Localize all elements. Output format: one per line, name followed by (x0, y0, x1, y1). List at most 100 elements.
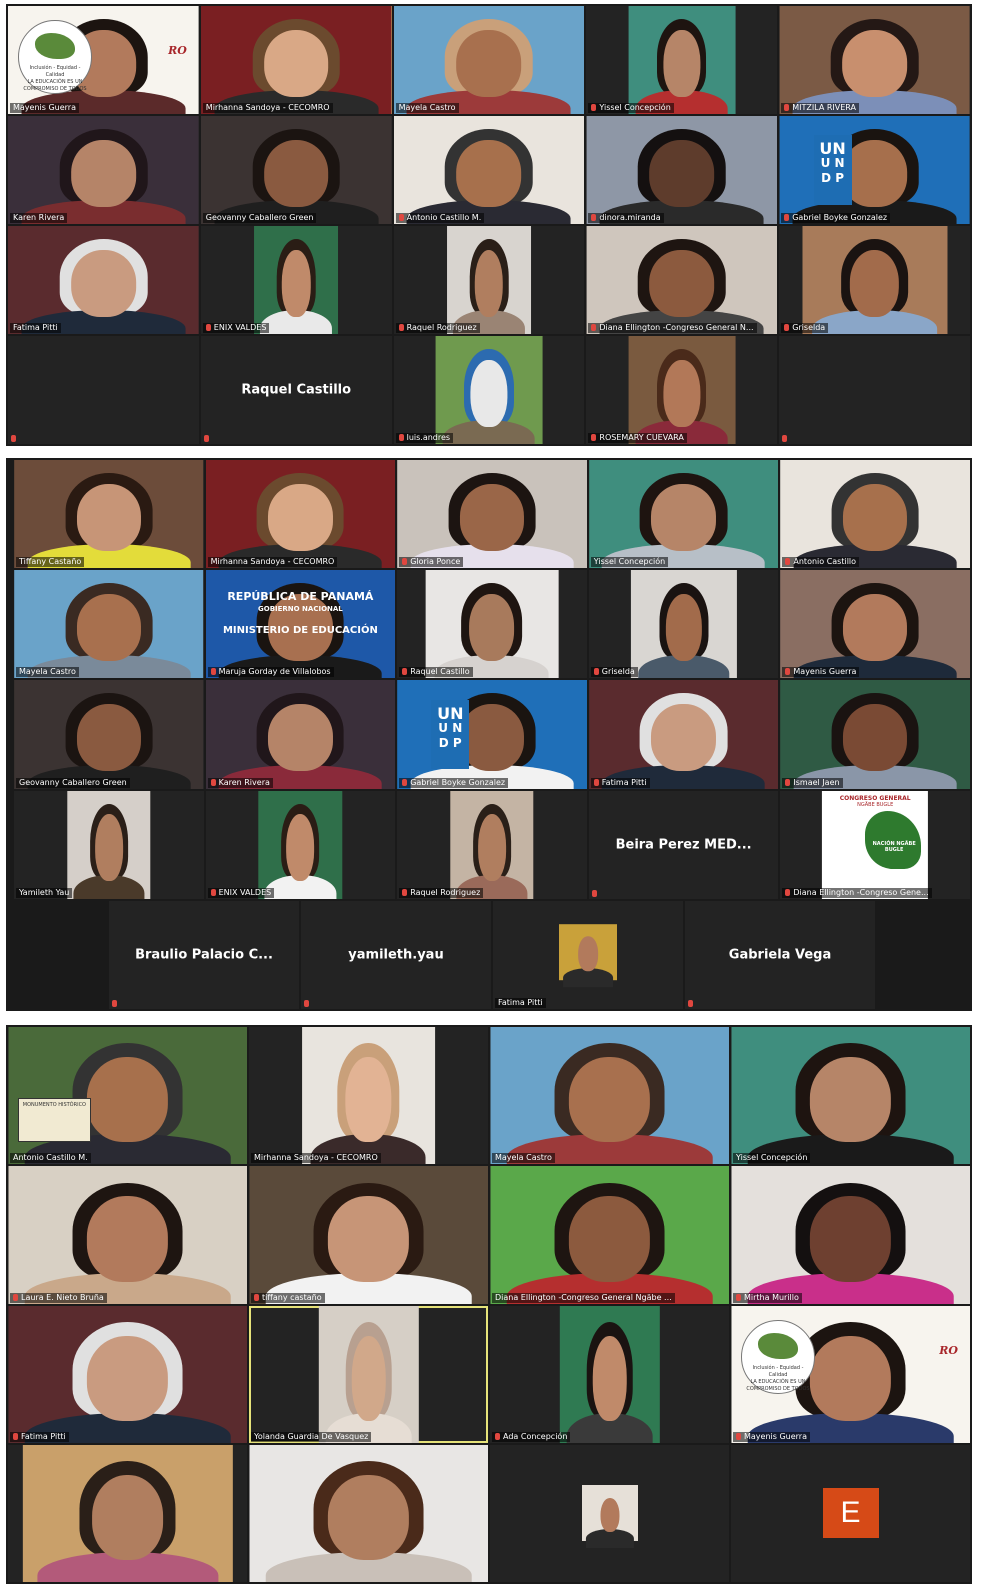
participant-tile[interactable]: Karen Rivera (205, 680, 396, 789)
participant-tile[interactable]: Mirhanna Sandoya - CECOMRO (200, 6, 392, 114)
participant-tile[interactable]: UN U ND P Gabriel Boyke Gonzalez (397, 680, 587, 789)
participant-face (263, 29, 329, 97)
participant-name-label: Raquel Rodriguez (399, 887, 484, 898)
participant-tile[interactable]: Ada Concepción (490, 1305, 729, 1443)
participant-tile[interactable]: Beira Perez MED... (588, 790, 779, 899)
participant-tile[interactable]: Tiffany Castaño (14, 460, 204, 569)
participant-tile[interactable]: Antonio Castillo (780, 460, 970, 569)
participant-tile[interactable]: ENIX VALDES (200, 226, 392, 334)
participant-tile[interactable] (8, 1444, 247, 1582)
participant-name: Yissel Concepción (599, 103, 671, 112)
participant-name-label: Fatima Pitti (495, 997, 546, 1008)
participant-tile[interactable]: REPÚBLICA DE PANAMÁ GOBIERNO NACIONAL MINI… (205, 570, 396, 679)
participant-tile[interactable]: MITZILA RIVERA (779, 6, 970, 114)
participant-name: Maruja Gorday de Villalobos (218, 667, 331, 677)
participant-video (630, 570, 737, 679)
participant-tile[interactable]: Raquel Rodriguez (397, 790, 587, 899)
participant-video (588, 680, 779, 789)
participant-tile[interactable]: Geovanny Caballero Green (14, 680, 204, 789)
participant-tile[interactable]: Inclusión - Equidad - Calidad LA EDUCACIÓ… (731, 1305, 970, 1443)
participant-name: Mayela Castro (19, 667, 76, 677)
participant-tile[interactable]: Geovanny Caballero Green (200, 116, 392, 224)
participant-tile[interactable]: Laura E. Nieto Bruña (8, 1166, 247, 1304)
participant-tile[interactable]: Ismael Jaen (780, 680, 970, 789)
participant-tile[interactable]: Yissel Concepción (731, 1027, 970, 1165)
mic-muted-icon (402, 558, 408, 566)
participant-tile[interactable] (779, 336, 970, 444)
participant-tile[interactable]: Fatima Pitti (493, 900, 683, 1009)
participant-tile[interactable]: tiffany castaño (249, 1166, 488, 1304)
participant-tile[interactable]: ROSEMARY CUEVARA (586, 336, 778, 444)
participant-video (67, 790, 151, 899)
participant-name: Mayenis Guerra (744, 1431, 807, 1441)
participant-tile[interactable] (490, 1444, 729, 1582)
undp-line2: D P (821, 171, 845, 186)
participant-tile[interactable]: ENIX VALDES (205, 790, 396, 899)
participant-tile[interactable]: Mayenis Guerra (780, 570, 970, 679)
participant-tile[interactable]: dinora.miranda (586, 116, 778, 224)
participant-video (14, 570, 204, 679)
participant-name: Antonio Castillo (793, 557, 857, 567)
ministry-banner: REPÚBLICA DE PANAMÁ GOBIERNO NACIONAL MINI… (217, 590, 384, 636)
logo-slogan: Inclusión - Equidad - Calidad (29, 65, 81, 78)
participant-tile[interactable]: Mayela Castro (490, 1027, 729, 1165)
participant-tile[interactable]: MONUMENTO HISTÓRICO Antonio Castillo M. (8, 1027, 247, 1165)
participant-name-label: Raquel Castillo (399, 667, 473, 678)
participant-tile[interactable]: Fatima Pitti (8, 226, 199, 334)
participant-tile[interactable]: Mayela Castro (393, 6, 585, 114)
participant-name: Geovanny Caballero Green (19, 777, 127, 787)
participant-name: Yamileth Yau (19, 887, 70, 897)
participant-video (8, 1027, 247, 1165)
participant-tile[interactable]: luis.andres (393, 336, 585, 444)
participant-tile[interactable]: Griselda (588, 570, 779, 679)
participant-tile[interactable]: Mirhanna Sandoya - CECOMRO (249, 1027, 488, 1165)
participant-name-label: Mayenis Guerra (10, 103, 79, 113)
participant-tile[interactable]: Gabriela Vega (685, 900, 875, 1009)
participant-tile[interactable]: Fatima Pitti (8, 1305, 247, 1443)
participant-tile[interactable]: Diana Ellington -Congreso General Ngäbe … (490, 1166, 729, 1304)
participant-tile[interactable]: E (731, 1444, 970, 1582)
participant-tile[interactable]: Braulio Palacio C... (109, 900, 299, 1009)
undp-line1: U N (438, 720, 463, 735)
participant-tile[interactable]: Mayela Castro (14, 570, 204, 679)
participant-video (14, 680, 204, 789)
participant-tile[interactable]: Antonio Castillo M. (393, 116, 585, 224)
participant-tile[interactable]: Mirhanna Sandoya - CECOMRO (205, 460, 396, 569)
participant-tile[interactable]: UN U ND P Gabriel Boyke Gonzalez (779, 116, 970, 224)
participant-tile[interactable]: Raquel Rodriguez (393, 226, 585, 334)
mic-muted-icon (784, 104, 790, 111)
participant-name-center: Beira Perez MED... (615, 837, 752, 853)
participant-name: Karen Rivera (218, 777, 270, 787)
logo-text: Inclusión - Equidad - Calidad LA EDUCACIÓ… (746, 1365, 810, 1393)
participant-face (849, 249, 900, 317)
mic-muted-icon (402, 778, 408, 786)
participant-tile[interactable]: Yolanda Guardia De Vasquez (249, 1305, 488, 1443)
un-emblem-icon: UN (819, 139, 846, 159)
participant-tile[interactable]: CONGRESO GENERAL NGÄBE BUGLE NACIÓN NGÄBE … (780, 790, 970, 899)
participant-tile[interactable]: Mirtha Murillo (731, 1166, 970, 1304)
participant-video (450, 790, 534, 899)
undp-logo: UN U ND P (431, 699, 470, 770)
mic-muted-icon (736, 1432, 741, 1440)
participant-face (592, 1335, 627, 1421)
participant-video (628, 336, 736, 444)
participant-tile[interactable]: Raquel Castillo (397, 570, 587, 679)
participant-tile[interactable]: Griselda (779, 226, 970, 334)
participant-tile[interactable]: Yamileth Yau (14, 790, 204, 899)
participant-name-label: Diana Ellington -Congreso General N... (588, 323, 757, 333)
participant-tile[interactable]: Inclusión - Equidad - Calidad LA EDUCACIÓ… (8, 6, 199, 114)
participant-tile[interactable]: Yissel Concepción (586, 6, 778, 114)
participant-name: Griselda (792, 323, 826, 332)
participant-tile[interactable]: Karen Rivera (8, 116, 199, 224)
mic-muted-icon (591, 324, 597, 331)
participant-face (665, 593, 702, 662)
participant-tile[interactable] (249, 1444, 488, 1582)
participant-video (14, 460, 204, 569)
participant-tile[interactable]: yamileth.yau (301, 900, 491, 1009)
participant-tile[interactable] (8, 336, 199, 444)
participant-tile[interactable]: Diana Ellington -Congreso General N... (586, 226, 778, 334)
participant-tile[interactable]: Fatima Pitti (588, 680, 779, 789)
participant-tile[interactable]: Gloria Ponce (397, 460, 587, 569)
participant-tile[interactable]: Raquel Castillo (200, 336, 392, 444)
participant-tile[interactable]: Yissel Concepción (588, 460, 779, 569)
